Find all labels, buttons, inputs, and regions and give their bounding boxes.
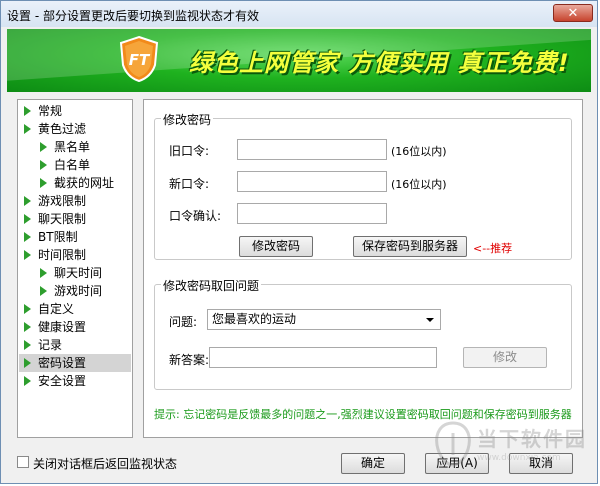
group-title: 修改密码取回问题 (161, 277, 262, 294)
ok-button[interactable]: 确定 (341, 453, 405, 474)
watermark: 当下软件园 www.downxia.com (431, 419, 591, 473)
arrow-icon (24, 124, 31, 134)
new-password-label: 新口令: (169, 177, 210, 191)
new-password-hint: (16位以内) (391, 178, 447, 191)
arrow-icon (24, 304, 31, 314)
old-password-label: 旧口令: (169, 144, 210, 158)
banner: FT 绿色上网管家 方便实用 真正免费! (7, 29, 591, 92)
question-select[interactable]: 您最喜欢的运动 (207, 309, 441, 330)
old-password-hint: (16位以内) (391, 145, 447, 158)
password-question-group: 修改密码取回问题 问题: 您最喜欢的运动 新答案: 修改 (154, 277, 572, 390)
title-bar[interactable]: 设置 - 部分设置更改后要切换到监视状态才有效 ✕ (1, 1, 597, 27)
watermark-text: 当下软件园 (477, 427, 587, 451)
arrow-icon (24, 358, 31, 368)
nav-item-general[interactable]: 常规 (24, 102, 62, 120)
shield-logo-icon: FT (119, 35, 159, 83)
nav-item-bt-limit[interactable]: BT限制 (24, 228, 78, 246)
nav-item-records[interactable]: 记录 (24, 336, 62, 354)
arrow-icon (24, 106, 31, 116)
arrow-icon (40, 178, 47, 188)
arrow-icon (24, 196, 31, 206)
nav-item-time-limit[interactable]: 时间限制 (24, 246, 86, 264)
arrow-icon (40, 142, 47, 152)
change-password-button[interactable]: 修改密码 (239, 236, 313, 257)
banner-slogan: 绿色上网管家 方便实用 真正免费! (189, 49, 570, 77)
confirm-password-input[interactable] (237, 203, 387, 224)
window-title: 设置 - 部分设置更改后要切换到监视状态才有效 (7, 9, 259, 23)
modify-button[interactable]: 修改 (463, 347, 547, 368)
group-title: 修改密码 (161, 111, 214, 128)
arrow-icon (24, 322, 31, 332)
recommend-note: <--推荐 (473, 242, 513, 255)
arrow-icon (24, 340, 31, 350)
return-monitor-checkbox[interactable] (17, 456, 29, 468)
old-password-input[interactable] (237, 139, 387, 160)
change-password-group: 修改密码 旧口令: (16位以内) 新口令: (16位以内) 口令确认: 修改密… (154, 111, 572, 260)
arrow-icon (24, 250, 31, 260)
answer-label: 新答案: (169, 353, 210, 367)
settings-nav: 常规 黄色过滤 黑名单 白名单 截获的网址 游戏限制 聊天限制 BT限制 时间限… (17, 99, 133, 438)
nav-item-password[interactable]: 密码设置 (19, 354, 131, 372)
nav-item-chat-time[interactable]: 聊天时间 (40, 264, 102, 282)
question-label: 问题: (169, 315, 198, 329)
return-monitor-label: 关闭对话框后返回监视状态 (33, 457, 178, 471)
settings-content: 修改密码 旧口令: (16位以内) 新口令: (16位以内) 口令确认: 修改密… (143, 99, 583, 438)
nav-item-blocked-urls[interactable]: 截获的网址 (40, 174, 114, 192)
logo-text: FT (129, 51, 151, 69)
settings-window: 设置 - 部分设置更改后要切换到监视状态才有效 ✕ FT 绿色上网管家 方便实用… (0, 0, 598, 484)
new-password-input[interactable] (237, 171, 387, 192)
confirm-password-label: 口令确认: (169, 209, 222, 223)
nav-item-blacklist[interactable]: 黑名单 (40, 138, 90, 156)
arrow-icon (24, 214, 31, 224)
nav-item-health[interactable]: 健康设置 (24, 318, 86, 336)
arrow-icon (24, 376, 31, 386)
nav-item-game-limit[interactable]: 游戏限制 (24, 192, 86, 210)
save-password-server-button[interactable]: 保存密码到服务器 (353, 236, 467, 257)
arrow-icon (40, 286, 47, 296)
nav-item-game-time[interactable]: 游戏时间 (40, 282, 102, 300)
answer-input[interactable] (209, 347, 437, 368)
arrow-icon (24, 232, 31, 242)
nav-item-porn-filter[interactable]: 黄色过滤 (24, 120, 86, 138)
nav-item-whitelist[interactable]: 白名单 (40, 156, 90, 174)
nav-item-security[interactable]: 安全设置 (24, 372, 86, 390)
watermark-logo-icon (435, 421, 471, 467)
watermark-url: www.downxia.com (477, 453, 561, 463)
nav-item-custom[interactable]: 自定义 (24, 300, 74, 318)
nav-item-chat-limit[interactable]: 聊天限制 (24, 210, 86, 228)
arrow-icon (40, 160, 47, 170)
close-button[interactable]: ✕ (553, 4, 593, 22)
dropdown-arrow-icon (426, 318, 434, 322)
close-icon: ✕ (567, 6, 579, 21)
arrow-icon (40, 268, 47, 278)
